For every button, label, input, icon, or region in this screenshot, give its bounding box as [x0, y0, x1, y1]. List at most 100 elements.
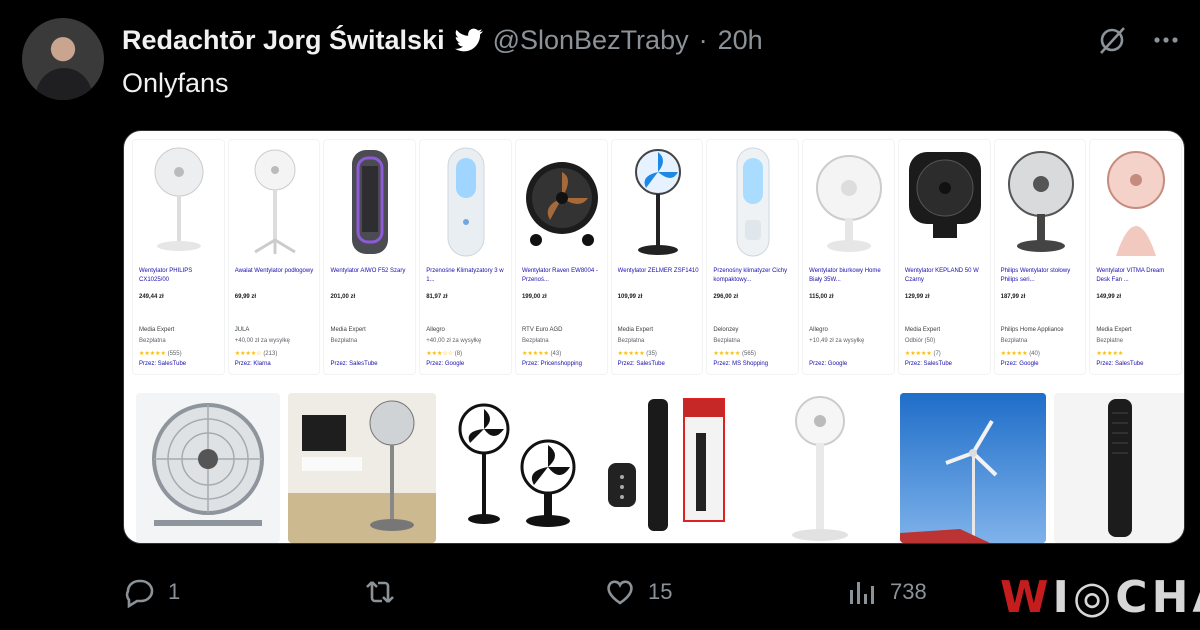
- product-title[interactable]: Wentylator AIWO F52 Szary: [330, 267, 412, 285]
- product-store: Allegro: [426, 327, 445, 333]
- tweet-text: Onlyfans: [122, 68, 229, 98]
- reply-button[interactable]: 1: [124, 576, 180, 608]
- product-rating: ★★★★★ (555): [139, 350, 182, 357]
- product-price: 149,99 zł: [1096, 294, 1122, 300]
- floor-fan-black-image: [525, 162, 598, 246]
- rating-stars: ★★★★★: [1096, 351, 1124, 357]
- rating-count: (7): [933, 351, 941, 357]
- product-card[interactable]: Awalat Wentylator podłogowy 69,99 zł JUL…: [227, 139, 321, 375]
- retweet-button[interactable]: [364, 576, 408, 608]
- product-card[interactable]: Przenośny klimatyzer Cichy kompaktowy...…: [706, 139, 800, 375]
- rating-count: (43): [550, 351, 562, 357]
- product-card[interactable]: Wentylator biurkowy Home Biały 35W... 11…: [802, 139, 895, 375]
- product-title[interactable]: Wentylator biurkowy Home Biały 35W...: [809, 267, 891, 285]
- product-card[interactable]: Philips Wentylator stołowy Philips seri.…: [993, 139, 1087, 375]
- tweet-media-image[interactable]: Wentylator PHILIPS CX1025/00 249,44 zł M…: [123, 130, 1185, 544]
- rating-count: (35): [646, 351, 657, 357]
- air-cooler-image: [447, 147, 485, 257]
- reply-count: 1: [168, 579, 181, 604]
- product-price: 249,44 zł: [139, 294, 164, 300]
- image-tile-room-stand-fan[interactable]: [288, 393, 436, 543]
- product-price: 69,99 zł: [234, 294, 257, 300]
- product-card[interactable]: Wentylator PHILIPS CX1025/00 249,44 zł M…: [132, 139, 225, 375]
- tweet-header: Redachtōr Jorg Świtalski @SlonBezTraby ·…: [122, 22, 763, 58]
- image-tile-tower-fan-box[interactable]: [596, 393, 740, 543]
- product-price: 296,00 zł: [713, 294, 739, 300]
- product-shipping: Bezpłatna: [1000, 338, 1028, 344]
- product-rating: ★★★☆☆ (8): [426, 350, 462, 357]
- product-rating: ★★★★★ (43): [522, 350, 561, 357]
- tower-heater-image: [352, 150, 389, 254]
- product-store: Media Expert: [139, 327, 175, 333]
- product-price: 115,00 zł: [809, 294, 834, 300]
- watermark-rest: I◎CHA: [1052, 572, 1200, 623]
- stand-fan-blue-image: [634, 149, 681, 255]
- product-title[interactable]: Awalat Wentylator podłogowy: [235, 267, 317, 285]
- product-title[interactable]: Wentylator KEPLAND 50 W Czarny: [905, 267, 987, 285]
- product-via[interactable]: Przez: Google: [809, 361, 847, 367]
- views-button[interactable]: 738: [846, 576, 927, 608]
- watermark-first: W: [1000, 572, 1053, 623]
- product-via[interactable]: Przez: SalesTube: [1096, 361, 1143, 367]
- product-via[interactable]: Przez: SalesTube: [618, 361, 665, 367]
- product-rating: ★★★★★: [1096, 350, 1123, 357]
- product-title[interactable]: Wentylator ZELMER ZSF1410: [618, 267, 700, 285]
- product-via[interactable]: Przez: Google: [426, 361, 464, 367]
- product-title[interactable]: Wentylator Raven EW8004 - Przenoś...: [522, 267, 604, 285]
- product-price: 109,99 zł: [617, 294, 643, 300]
- product-rating: ★★★★★ (40): [1001, 350, 1040, 357]
- rating-stars: ★★★★★: [713, 351, 741, 357]
- image-tile-white-stand-fan[interactable]: [748, 393, 892, 543]
- product-price: 129,99 zł: [904, 294, 930, 300]
- like-count: 15: [648, 579, 673, 604]
- rating-count: (213): [263, 351, 278, 357]
- desk-fan-grey-image: [1007, 151, 1074, 252]
- image-tile-wind-turbine[interactable]: [900, 393, 1046, 543]
- shopping-results-row: Wentylator PHILIPS CX1025/00 249,44 zł M…: [132, 139, 1183, 375]
- product-via[interactable]: Przez: Klarna: [235, 361, 271, 367]
- image-results-row: [136, 393, 1184, 543]
- retweet-icon: [366, 581, 394, 603]
- product-via[interactable]: Przez: SalesTube: [905, 361, 952, 367]
- more-options-icon[interactable]: [1148, 22, 1184, 58]
- rating-count: (565): [741, 351, 756, 357]
- author-name[interactable]: Redachtōr Jorg Świtalski: [122, 25, 445, 56]
- tweet-timestamp[interactable]: 20h: [718, 25, 763, 56]
- product-card[interactable]: Wentylator AIWO F52 Szary 201,00 zł Medi…: [323, 139, 417, 375]
- views-chart-icon: [850, 582, 874, 604]
- product-title[interactable]: Wentylator PHILIPS CX1025/00: [139, 267, 221, 285]
- like-button[interactable]: 15: [604, 576, 672, 608]
- product-store: Media Expert: [330, 327, 366, 333]
- image-tile-tower-fan[interactable]: [1054, 393, 1184, 543]
- product-via[interactable]: Przez: MS Shopping: [713, 361, 768, 367]
- product-via[interactable]: Przez: SalesTube: [139, 361, 186, 367]
- product-shipping: Bezpłatna: [617, 338, 645, 344]
- rating-count: (40): [1029, 351, 1040, 357]
- product-card[interactable]: Wentylator VITMA Dream Desk Fan ... 149,…: [1089, 139, 1183, 375]
- product-rating: ★★★★★ (565): [713, 350, 756, 357]
- rating-count: (8): [454, 351, 463, 357]
- product-via[interactable]: Przez: SalesTube: [330, 361, 377, 367]
- product-card[interactable]: Wentylator KEPLAND 50 W Czarny 129,99 zł…: [897, 139, 991, 375]
- product-card[interactable]: Przenośne Klimatyzatory 3 w 1... 81,97 z…: [419, 139, 512, 375]
- product-card[interactable]: Wentylator Raven EW8004 - Przenoś... 199…: [514, 139, 608, 375]
- product-via[interactable]: Przez: Pricenshopping: [522, 361, 582, 367]
- product-title[interactable]: Philips Wentylator stołowy Philips seri.…: [1001, 267, 1083, 285]
- product-card[interactable]: Wentylator ZELMER ZSF1410 109,99 zł Medi…: [610, 139, 704, 375]
- product-title[interactable]: Wentylator VITMA Dream Desk Fan ...: [1096, 267, 1178, 285]
- product-via[interactable]: Przez: Google: [1001, 361, 1039, 367]
- grok-slash-icon[interactable]: [1094, 22, 1130, 58]
- product-shipping: Bezpłatna: [521, 338, 549, 344]
- rating-stars: ★★★★☆: [234, 351, 262, 357]
- image-tile-black-fans[interactable]: [444, 393, 588, 543]
- product-price: 187,99 zł: [1000, 294, 1026, 300]
- product-store: Media Expert: [1096, 327, 1132, 333]
- product-title[interactable]: Przenośne Klimatyzatory 3 w 1...: [426, 267, 508, 285]
- product-shipping: +10,49 zł za wysyłkę: [809, 338, 865, 344]
- product-store: Media Expert: [617, 327, 654, 333]
- image-tile-chrome-floor-fan[interactable]: [136, 393, 280, 543]
- author-handle[interactable]: @SlonBezTraby: [493, 25, 689, 56]
- product-title[interactable]: Przenośny klimatyzer Cichy kompaktowy...: [713, 267, 795, 285]
- author-avatar[interactable]: [22, 18, 104, 100]
- product-shipping: +40,00 zł za wysyłkę: [426, 338, 482, 344]
